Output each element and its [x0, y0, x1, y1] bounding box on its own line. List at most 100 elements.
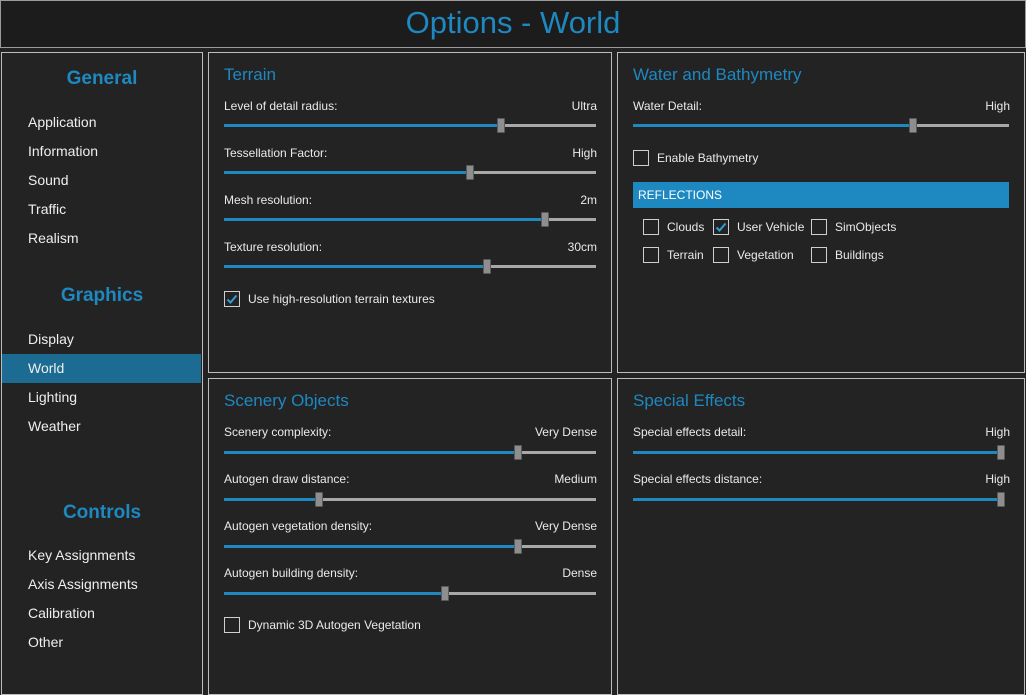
autogen-vegetation-label: Autogen vegetation density:	[224, 519, 373, 533]
checkbox-box[interactable]	[643, 247, 659, 263]
autogen-building-label: Autogen building density:	[224, 566, 359, 580]
slider-thumb[interactable]	[441, 586, 449, 601]
tessellation-slider[interactable]	[224, 165, 596, 181]
reflection-simobjects-checkbox[interactable]: SimObjects	[811, 219, 896, 235]
sidebar: General Application Information Sound Tr…	[1, 52, 203, 695]
autogen-building-value: Dense	[562, 566, 597, 580]
tessellation-value: High	[572, 146, 597, 160]
slider-fill	[224, 124, 501, 127]
scenery-complexity-value: Very Dense	[534, 425, 597, 439]
slider-thumb[interactable]	[997, 445, 1005, 460]
sidebar-item-traffic[interactable]: Traffic	[2, 195, 201, 224]
checkbox-box[interactable]	[224, 291, 240, 307]
texture-resolution-label: Texture resolution:	[224, 240, 323, 254]
lod-radius-slider[interactable]	[224, 118, 596, 134]
checkbox-box[interactable]	[224, 617, 240, 633]
lod-radius-label: Level of detail radius:	[224, 99, 338, 113]
checkbox-box[interactable]	[811, 247, 827, 263]
slider-thumb[interactable]	[514, 539, 522, 554]
sidebar-item-calibration[interactable]: Calibration	[2, 599, 201, 628]
autogen-building-slider[interactable]	[224, 586, 596, 602]
sidebar-item-realism[interactable]: Realism	[2, 224, 201, 253]
reflection-terrain-checkbox[interactable]: Terrain	[643, 247, 704, 263]
slider-fill	[224, 545, 518, 548]
effects-distance-value: High	[985, 472, 1010, 486]
sidebar-item-weather[interactable]: Weather	[2, 412, 201, 441]
slider-fill	[224, 498, 319, 501]
title-bar: Options - World	[0, 0, 1026, 48]
sidebar-item-axis-assignments[interactable]: Axis Assignments	[2, 570, 201, 599]
slider-thumb[interactable]	[497, 118, 505, 133]
texture-resolution-value: 30cm	[567, 240, 597, 254]
checkmark-icon	[715, 222, 727, 232]
autogen-distance-label: Autogen draw distance:	[224, 472, 350, 486]
sidebar-item-key-assignments[interactable]: Key Assignments	[2, 541, 201, 570]
slider-thumb[interactable]	[315, 492, 323, 507]
reflection-vegetation-checkbox[interactable]: Vegetation	[713, 247, 794, 263]
checkbox-box[interactable]	[633, 150, 649, 166]
slider-thumb[interactable]	[909, 118, 917, 133]
sidebar-item-application[interactable]: Application	[2, 108, 201, 137]
sidebar-header-graphics: Graphics	[60, 285, 144, 306]
slider-fill	[633, 451, 1005, 454]
sidebar-item-sound[interactable]: Sound	[2, 166, 201, 195]
effects-panel: Special Effects Special effects detail: …	[617, 378, 1025, 695]
autogen-distance-value: Medium	[554, 472, 597, 486]
checkbox-box[interactable]	[713, 247, 729, 263]
mesh-resolution-value: 2m	[580, 193, 597, 207]
hires-textures-label: Use high-resolution terrain textures	[248, 292, 435, 306]
terrain-panel: Terrain Level of detail radius: Ultra Te…	[208, 52, 612, 373]
checkbox-box[interactable]	[643, 219, 659, 235]
slider-thumb[interactable]	[514, 445, 522, 460]
bathymetry-checkbox[interactable]: Enable Bathymetry	[633, 150, 758, 166]
mesh-resolution-slider[interactable]	[224, 212, 596, 228]
scenery-complexity-label: Scenery complexity:	[224, 425, 332, 439]
reflection-buildings-label: Buildings	[835, 248, 884, 262]
reflection-simobjects-label: SimObjects	[835, 220, 897, 234]
effects-detail-slider[interactable]	[633, 445, 1005, 461]
dynamic-vegetation-checkbox[interactable]: Dynamic 3D Autogen Vegetation	[224, 617, 421, 633]
slider-fill	[224, 592, 445, 595]
scenery-complexity-slider[interactable]	[224, 445, 596, 461]
reflection-user-vehicle-checkbox[interactable]: User Vehicle	[713, 219, 804, 235]
reflection-clouds-checkbox[interactable]: Clouds	[643, 219, 704, 235]
effects-title: Special Effects	[633, 391, 746, 410]
slider-thumb[interactable]	[541, 212, 549, 227]
mesh-resolution-label: Mesh resolution:	[224, 193, 313, 207]
sidebar-item-display[interactable]: Display	[2, 325, 201, 354]
slider-fill	[224, 218, 545, 221]
terrain-title: Terrain	[224, 65, 276, 84]
slider-thumb[interactable]	[997, 492, 1005, 507]
texture-resolution-slider[interactable]	[224, 259, 596, 275]
water-detail-slider[interactable]	[633, 118, 1009, 134]
effects-detail-value: High	[985, 425, 1010, 439]
slider-thumb[interactable]	[466, 165, 474, 180]
hires-textures-checkbox[interactable]: Use high-resolution terrain textures	[224, 291, 435, 307]
reflections-header: REFLECTIONS	[633, 182, 1009, 208]
tessellation-label: Tessellation Factor:	[224, 146, 328, 160]
dynamic-vegetation-label: Dynamic 3D Autogen Vegetation	[248, 618, 421, 632]
checkbox-box[interactable]	[811, 219, 827, 235]
window-title: Options - World	[405, 5, 621, 40]
autogen-vegetation-slider[interactable]	[224, 539, 596, 555]
effects-distance-slider[interactable]	[633, 492, 1005, 508]
reflection-vegetation-label: Vegetation	[737, 248, 794, 262]
reflection-clouds-label: Clouds	[667, 220, 705, 234]
slider-thumb[interactable]	[483, 259, 491, 274]
autogen-vegetation-value: Very Dense	[534, 519, 597, 533]
scenery-panel: Scenery Objects Scenery complexity: Very…	[208, 378, 612, 695]
scenery-title: Scenery Objects	[224, 391, 349, 410]
water-panel: Water and Bathymetry Water Detail: High …	[617, 52, 1025, 373]
sidebar-item-lighting[interactable]: Lighting	[2, 383, 201, 412]
lod-radius-value: Ultra	[571, 99, 597, 113]
sidebar-header-controls: Controls	[62, 502, 142, 523]
water-detail-value: High	[985, 99, 1010, 113]
reflection-buildings-checkbox[interactable]: Buildings	[811, 247, 884, 263]
autogen-distance-slider[interactable]	[224, 492, 596, 508]
sidebar-item-information[interactable]: Information	[2, 137, 201, 166]
water-detail-label: Water Detail:	[633, 99, 702, 113]
checkbox-box[interactable]	[713, 219, 729, 235]
sidebar-item-other[interactable]: Other	[2, 628, 201, 657]
slider-fill	[224, 451, 518, 454]
sidebar-item-world[interactable]: World	[2, 354, 201, 383]
